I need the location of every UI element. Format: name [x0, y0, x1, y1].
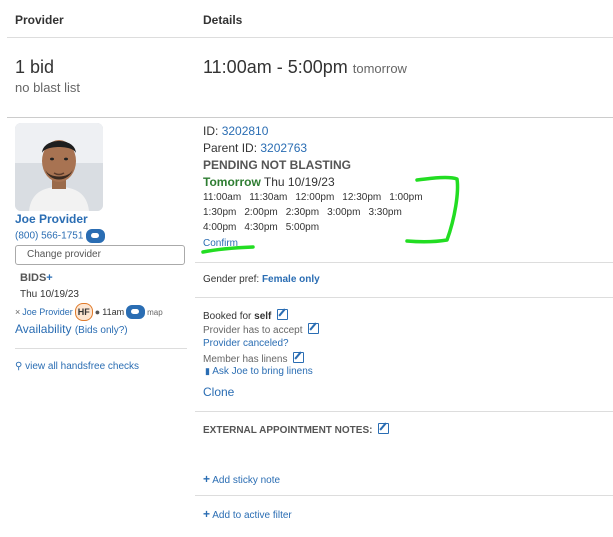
provider-phone-row: (800) 566-1751	[15, 229, 106, 243]
active-filter-row: + Add to active filter	[203, 507, 292, 521]
sticky-note-row: + Add sticky note	[203, 472, 280, 486]
plus-icon: +	[203, 472, 211, 486]
provider-phone-link[interactable]: (800) 566-1751	[15, 231, 83, 242]
details-column-header: Details	[203, 13, 243, 27]
details-divider-3	[195, 411, 613, 412]
member-linens-label: Member has linens	[203, 354, 288, 365]
annotation-marks	[201, 175, 460, 254]
bid-time: 11am	[102, 307, 125, 317]
availability-row: Availability (Bids only?)	[15, 322, 128, 336]
gender-label: Gender pref:	[203, 274, 260, 285]
change-provider-button[interactable]: Change provider	[15, 245, 185, 265]
details-divider-1	[195, 262, 613, 263]
appointment-id-link[interactable]: 3202810	[222, 124, 269, 138]
add-active-filter-link[interactable]: Add to active filter	[212, 510, 291, 521]
search-icon: ⚲	[15, 361, 23, 372]
booked-for-row: Booked for self	[203, 309, 289, 322]
external-notes-row: EXTERNAL APPOINTMENT NOTES:	[203, 423, 390, 436]
bid-entry: × Joe Provider HF ● 11am map	[15, 303, 163, 321]
parent-id-row: Parent ID: 3202763	[203, 141, 307, 155]
appointment-id-row: ID: 3202810	[203, 124, 268, 138]
availability-link[interactable]: Availability	[15, 322, 71, 336]
add-sticky-note-link[interactable]: Add sticky note	[212, 475, 280, 486]
bids-title: BIDS	[20, 272, 47, 284]
provider-name-link[interactable]: Joe Provider	[15, 212, 88, 226]
bid-count: 1 bid	[15, 57, 55, 77]
details-divider-4	[195, 495, 613, 496]
handsfree-badge: HF	[74, 303, 93, 321]
booked-for-label: Booked for	[203, 311, 252, 322]
message-icon: ▮	[205, 366, 210, 376]
booked-for-value: self	[254, 311, 272, 322]
ask-linens-link[interactable]: Ask Joe to bring linens	[212, 366, 313, 377]
summary-divider	[7, 117, 613, 118]
edit-icon[interactable]	[293, 352, 305, 363]
edit-icon[interactable]	[277, 309, 289, 320]
provider-accept-label: Provider has to accept	[203, 325, 303, 336]
ask-linens-row: ▮ Ask Joe to bring linens	[205, 366, 313, 377]
external-notes-label: EXTERNAL APPOINTMENT NOTES:	[203, 425, 373, 436]
add-bid-plus[interactable]: +	[46, 272, 52, 284]
time-range: 11:00am - 5:00pm	[203, 57, 348, 77]
id-label: ID:	[203, 124, 219, 138]
time-range-summary: 11:00am - 5:00pm tomorrow	[203, 57, 407, 78]
provider-avatar	[15, 123, 103, 211]
provider-divider	[15, 348, 187, 349]
parent-id-link[interactable]: 3202763	[260, 141, 307, 155]
bid-provider-link[interactable]: Joe Provider	[22, 307, 73, 317]
gender-pref-row: Gender pref: Female only	[203, 274, 320, 285]
view-handsfree-link[interactable]: view all handsfree checks	[25, 361, 139, 372]
map-link[interactable]: map	[147, 308, 163, 317]
edit-icon[interactable]	[308, 323, 320, 334]
bids-date: Thu 10/19/23	[20, 289, 79, 300]
chat-icon[interactable]	[86, 229, 106, 243]
provider-accept-row: Provider has to accept	[203, 323, 320, 336]
parent-id-label: Parent ID:	[203, 141, 258, 155]
provider-column-header: Provider	[15, 13, 64, 27]
bids-only-link[interactable]: (Bids only?)	[75, 325, 128, 336]
provider-canceled-link[interactable]: Provider canceled?	[203, 338, 289, 349]
remove-bid-icon[interactable]: ×	[15, 307, 20, 317]
handsfree-row: ⚲ view all handsfree checks	[15, 361, 139, 372]
time-suffix: tomorrow	[352, 61, 407, 76]
bids-heading: BIDS+	[20, 272, 53, 284]
bid-chat-icon[interactable]	[126, 305, 146, 319]
blast-status: no blast list	[15, 80, 81, 95]
member-linens-row: Member has linens	[203, 352, 305, 365]
details-divider-2	[195, 297, 613, 298]
header-divider	[7, 37, 613, 38]
plus-icon: +	[203, 507, 211, 521]
edit-icon[interactable]	[378, 423, 390, 434]
clone-link[interactable]: Clone	[203, 385, 234, 399]
gender-value-link[interactable]: Female only	[262, 274, 320, 285]
person-icon: ●	[94, 307, 101, 317]
